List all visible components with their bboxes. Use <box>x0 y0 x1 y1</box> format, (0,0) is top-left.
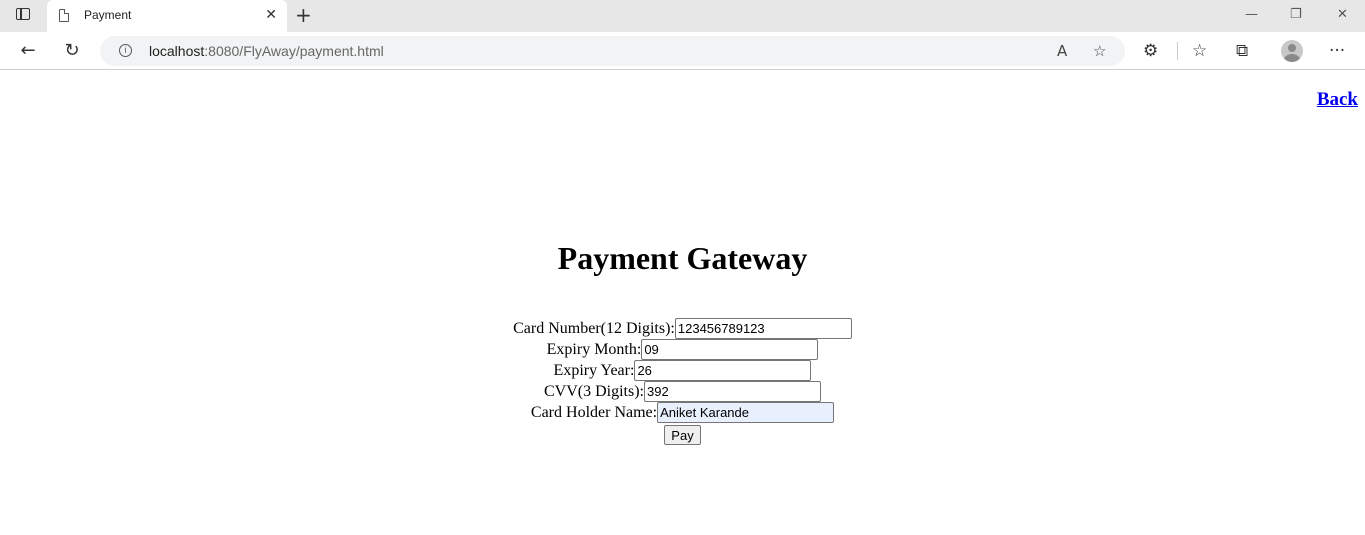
card-holder-input[interactable] <box>657 402 835 423</box>
card-number-input[interactable] <box>674 318 852 339</box>
toolbar-divider <box>1177 42 1178 60</box>
browser-tab[interactable]: Payment ✕ <box>47 0 287 32</box>
expiry-month-input[interactable] <box>641 339 819 360</box>
tab-bar: Payment ✕ + — ❐ ✕ <box>0 0 1365 32</box>
address-bar: ← ↻ i localhost:8080/FlyAway/payment.htm… <box>0 32 1365 70</box>
window-icon[interactable] <box>16 8 30 20</box>
new-tab-plus-icon[interactable]: + <box>295 3 312 27</box>
tab-title: Payment <box>84 8 132 22</box>
back-arrow-icon[interactable]: ← <box>16 39 40 63</box>
back-link[interactable]: Back <box>1317 89 1358 111</box>
close-tab-icon[interactable]: ✕ <box>265 6 277 24</box>
cvv-row: CVV(3 Digits): <box>0 381 1365 402</box>
expiry-month-row: Expiry Month: <box>0 339 1365 360</box>
expiry-year-row: Expiry Year: <box>0 360 1365 381</box>
page-icon <box>59 9 69 22</box>
cvv-label: CVV(3 Digits): <box>544 383 644 400</box>
info-icon[interactable]: i <box>119 44 132 57</box>
favorites-icon[interactable]: ☆ <box>1192 39 1207 63</box>
expiry-year-input[interactable] <box>634 360 812 381</box>
payment-form: Card Number(12 Digits): Expiry Month: Ex… <box>0 318 1365 445</box>
restore-icon[interactable]: ❐ <box>1290 6 1302 24</box>
puzzle-icon[interactable]: ⚙ <box>1143 39 1158 63</box>
card-number-row: Card Number(12 Digits): <box>0 318 1365 339</box>
expiry-year-label: Expiry Year: <box>553 362 635 379</box>
collections-icon[interactable]: ⧉ <box>1236 39 1248 63</box>
refresh-icon[interactable]: ↻ <box>60 39 84 63</box>
url-text[interactable]: localhost:8080/FlyAway/payment.html <box>149 43 384 59</box>
close-window-icon[interactable]: ✕ <box>1337 6 1348 24</box>
card-holder-label: Card Holder Name: <box>530 404 658 421</box>
expiry-month-label: Expiry Month: <box>546 341 642 358</box>
more-icon[interactable]: ··· <box>1329 39 1345 63</box>
card-number-label: Card Number(12 Digits): <box>513 320 675 337</box>
page-title: Payment Gateway <box>557 240 808 276</box>
cvv-input[interactable] <box>644 381 821 402</box>
star-plus-icon[interactable]: ☆ <box>1093 41 1106 61</box>
pay-button[interactable]: Pay <box>664 425 701 445</box>
pay-row: Pay <box>0 423 1365 445</box>
avatar-icon[interactable] <box>1281 40 1303 62</box>
minimize-icon[interactable]: — <box>1245 6 1258 24</box>
card-holder-row: Card Holder Name: <box>0 402 1365 423</box>
url-input[interactable]: i localhost:8080/FlyAway/payment.html A … <box>100 36 1125 66</box>
read-aloud-icon[interactable]: A <box>1057 41 1067 61</box>
